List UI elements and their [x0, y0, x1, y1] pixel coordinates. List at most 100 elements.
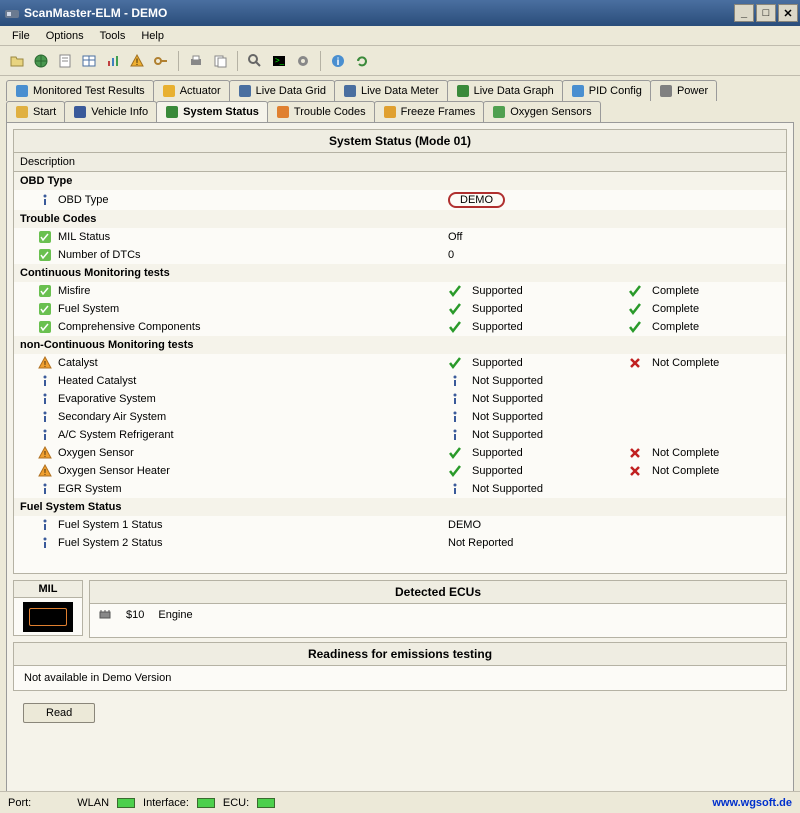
menu-options[interactable]: Options: [38, 28, 92, 44]
tab-live-data-graph[interactable]: Live Data Graph: [447, 80, 563, 101]
row-value-1: Not Supported: [472, 483, 543, 495]
tab-label: Freeze Frames: [401, 106, 476, 118]
tab-row-2: Start Vehicle Info System Status Trouble Co…: [6, 101, 794, 122]
mil-engine-icon: [23, 602, 73, 632]
readiness-panel: Readiness for emissions testing Not avai…: [13, 642, 787, 691]
row-value-1: Supported: [472, 447, 523, 459]
status-ecu-label: ECU:: [223, 797, 249, 809]
menu-bar: File Options Tools Help: [0, 26, 800, 46]
row-value-1: Off: [448, 231, 462, 243]
svg-text:i: i: [337, 57, 340, 68]
tab-label: Live Data Grid: [256, 85, 326, 97]
tool-key-icon[interactable]: [150, 50, 172, 72]
x-icon: [628, 356, 642, 370]
tab-oxygen-sensors[interactable]: Oxygen Sensors: [483, 101, 600, 122]
row-label: Catalyst: [58, 357, 98, 369]
start-icon: [15, 105, 29, 119]
section-header: Trouble Codes: [14, 210, 786, 228]
graph-icon: [456, 84, 470, 98]
vendor-link[interactable]: www.wgsoft.de: [712, 797, 792, 809]
mil-label: MIL: [14, 581, 82, 598]
tool-copy-icon[interactable]: [209, 50, 231, 72]
section-header: Fuel System Status: [14, 498, 786, 516]
check-icon: [448, 356, 462, 370]
row-value-2: Not Complete: [652, 447, 719, 459]
tool-chart-icon[interactable]: [102, 50, 124, 72]
toolbar-separator: [237, 51, 238, 71]
x-icon: [628, 446, 642, 460]
tab-label: Live Data Graph: [474, 85, 554, 97]
tab-system-status[interactable]: System Status: [156, 101, 268, 122]
tool-open-icon[interactable]: [6, 50, 28, 72]
tab-freeze-frames[interactable]: Freeze Frames: [374, 101, 485, 122]
row-value-2: Complete: [652, 285, 699, 297]
info-icon: [38, 374, 52, 388]
check-icon: [448, 464, 462, 478]
window-title: ScanMaster-ELM - DEMO: [24, 6, 732, 20]
row-value-1: Supported: [472, 357, 523, 369]
tool-search-icon[interactable]: [244, 50, 266, 72]
tab-trouble-codes[interactable]: Trouble Codes: [267, 101, 375, 122]
maximize-button[interactable]: □: [756, 4, 776, 22]
tool-info-icon[interactable]: i: [327, 50, 349, 72]
tab-live-data-meter[interactable]: Live Data Meter: [334, 80, 448, 101]
tool-gear-icon[interactable]: [292, 50, 314, 72]
tool-table-icon[interactable]: [78, 50, 100, 72]
tab-label: Monitored Test Results: [33, 85, 145, 97]
app-icon: [4, 5, 20, 21]
tab-vehicle-info[interactable]: Vehicle Info: [64, 101, 157, 122]
menu-file[interactable]: File: [4, 28, 38, 44]
tool-terminal-icon[interactable]: >_: [268, 50, 290, 72]
status-row: MIL StatusOff: [14, 228, 786, 246]
tab-label: PID Config: [589, 85, 642, 97]
menu-tools[interactable]: Tools: [92, 28, 134, 44]
svg-text:!: !: [136, 57, 139, 67]
row-value-1: Not Supported: [472, 411, 543, 423]
tool-globe-icon[interactable]: [30, 50, 52, 72]
tool-print-icon[interactable]: [185, 50, 207, 72]
toolbar: ! >_ i: [0, 46, 800, 76]
ecu-addr: $10: [126, 609, 144, 621]
tab-actuator[interactable]: Actuator: [153, 80, 230, 101]
tool-warn-icon[interactable]: !: [126, 50, 148, 72]
svg-text:>_: >_: [275, 56, 285, 65]
read-button[interactable]: Read: [23, 703, 95, 723]
tab-pid-config[interactable]: PID Config: [562, 80, 651, 101]
row-label: OBD Type: [58, 194, 109, 206]
row-value-1: DEMO: [448, 192, 505, 208]
row-label: Fuel System 1 Status: [58, 519, 163, 531]
status-bar: Port: WLAN Interface: ECU: www.wgsoft.de: [0, 791, 800, 813]
tab-label: Oxygen Sensors: [510, 106, 591, 118]
minimize-button[interactable]: _: [734, 4, 754, 22]
system-status-panel: System Status (Mode 01) Description OBD …: [13, 129, 787, 574]
tab-start[interactable]: Start: [6, 101, 65, 122]
close-button[interactable]: ✕: [778, 4, 798, 22]
check-icon: [448, 284, 462, 298]
o2-icon: [492, 105, 506, 119]
tab-monitored-test-results[interactable]: Monitored Test Results: [6, 80, 154, 101]
tab-label: Vehicle Info: [91, 106, 148, 118]
tool-refresh-icon[interactable]: [351, 50, 373, 72]
warn-icon: !: [38, 356, 52, 370]
row-value-2: Not Complete: [652, 357, 719, 369]
grid-icon: [238, 84, 252, 98]
row-label: Oxygen Sensor: [58, 447, 134, 459]
section-header: OBD Type: [14, 172, 786, 190]
menu-help[interactable]: Help: [133, 28, 172, 44]
row-label: Heated Catalyst: [58, 375, 136, 387]
tool-doc-icon[interactable]: [54, 50, 76, 72]
info-icon: [38, 428, 52, 442]
row-value-1: Not Supported: [472, 375, 543, 387]
tab-power[interactable]: Power: [650, 80, 717, 101]
tab-live-data-grid[interactable]: Live Data Grid: [229, 80, 335, 101]
info-icon: [38, 410, 52, 424]
info-icon: [38, 392, 52, 406]
tab-label: Start: [33, 106, 56, 118]
warn-icon: [276, 105, 290, 119]
info-icon: [38, 536, 52, 550]
tab-label: System Status: [183, 106, 259, 118]
row-label: Misfire: [58, 285, 90, 297]
x-icon: [628, 464, 642, 478]
warn-icon: !: [38, 446, 52, 460]
status-row: Evaporative SystemNot Supported: [14, 390, 786, 408]
